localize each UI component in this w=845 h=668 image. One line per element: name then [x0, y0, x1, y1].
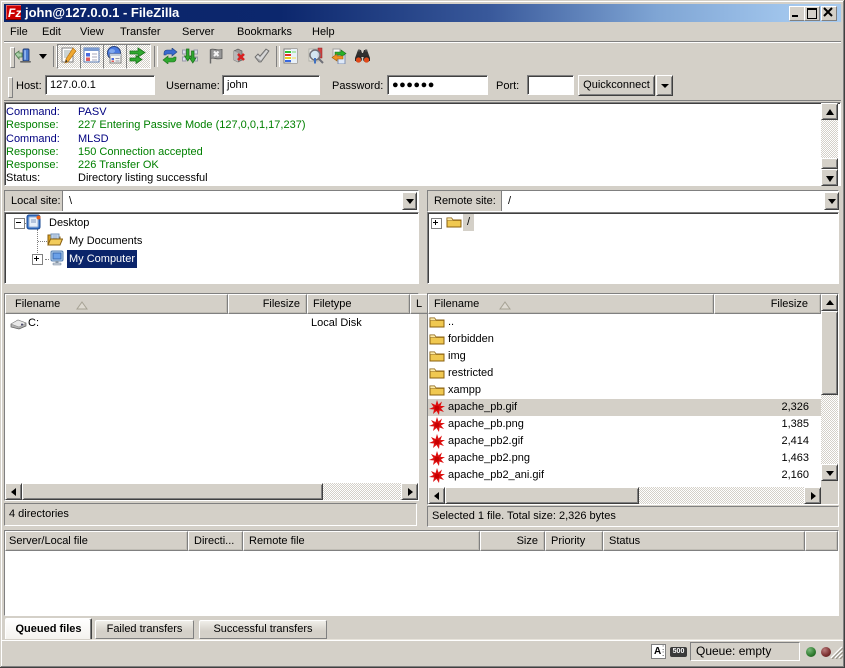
svg-text:Fz: Fz — [8, 6, 21, 20]
